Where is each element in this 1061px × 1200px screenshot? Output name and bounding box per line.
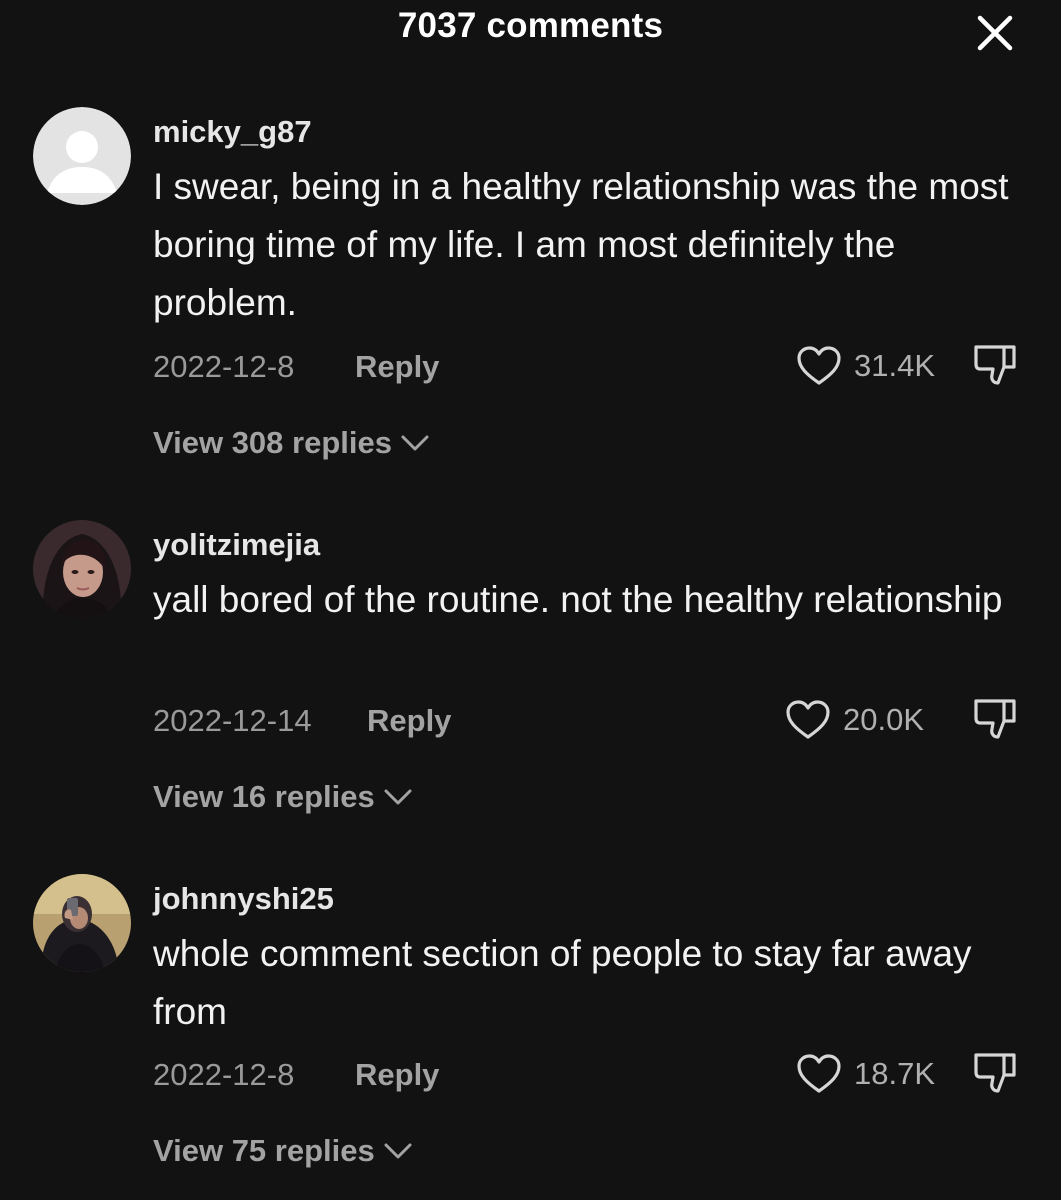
comment-text: yall bored of the routine. not the healt…: [153, 579, 1003, 620]
like-button[interactable]: 31.4K: [796, 343, 935, 389]
profile-photo: [33, 874, 131, 972]
chevron-down-icon: [383, 787, 413, 807]
comment-item: johnnyshi25 whole comment section of peo…: [0, 874, 1061, 1194]
comment-username[interactable]: yolitzimejia: [153, 527, 320, 563]
like-count: 31.4K: [854, 348, 936, 383]
avatar[interactable]: [33, 520, 131, 618]
default-avatar-icon: [33, 107, 131, 205]
like-count: 20.0K: [843, 702, 925, 737]
comment-date: 2022-12-14: [153, 703, 312, 738]
comment-item: yolitzimejia yall bored of the routine. …: [0, 520, 1061, 840]
dislike-button[interactable]: [972, 341, 1020, 389]
like-count: 18.7K: [854, 1056, 936, 1091]
view-replies-button[interactable]: View 16 replies: [153, 779, 413, 815]
comments-header: 7037 comments: [0, 0, 1061, 60]
like-button[interactable]: 18.7K: [796, 1051, 935, 1097]
comment-username[interactable]: johnnyshi25: [153, 881, 334, 917]
chevron-down-icon: [383, 1141, 413, 1161]
reply-button[interactable]: Reply: [355, 1057, 439, 1093]
like-button[interactable]: 20.0K: [785, 697, 924, 743]
close-icon: [977, 15, 1013, 51]
avatar[interactable]: [33, 874, 131, 972]
dislike-button[interactable]: [972, 1049, 1020, 1097]
view-replies-label: View 75 replies: [153, 1133, 375, 1168]
view-replies-button[interactable]: View 308 replies: [153, 425, 430, 461]
dislike-button[interactable]: [972, 695, 1020, 743]
heart-outline-icon: [797, 346, 841, 385]
comment-date: 2022-12-8: [153, 349, 295, 384]
heart-outline-icon: [786, 700, 830, 739]
comment-username[interactable]: micky_g87: [153, 114, 312, 150]
heart-outline-icon: [797, 1054, 841, 1093]
profile-photo: [33, 520, 131, 618]
view-replies-label: View 308 replies: [153, 425, 392, 460]
reply-button[interactable]: Reply: [355, 349, 439, 385]
comment-item: micky_g87 I swear, being in a healthy re…: [0, 107, 1061, 487]
view-replies-label: View 16 replies: [153, 779, 375, 814]
comment-text: whole comment section of people to stay …: [153, 933, 972, 1032]
thumbs-down-icon: [974, 1053, 1016, 1093]
comments-count-title: 7037 comments: [397, 6, 664, 45]
close-button[interactable]: [972, 10, 1018, 56]
comment-date: 2022-12-8: [153, 1057, 295, 1092]
view-replies-button[interactable]: View 75 replies: [153, 1133, 413, 1169]
avatar[interactable]: [33, 107, 131, 205]
chevron-down-icon: [400, 433, 430, 453]
thumbs-down-icon: [974, 345, 1016, 385]
comment-text: I swear, being in a healthy relationship…: [153, 166, 1009, 323]
reply-button[interactable]: Reply: [367, 703, 451, 739]
thumbs-down-icon: [974, 699, 1016, 739]
